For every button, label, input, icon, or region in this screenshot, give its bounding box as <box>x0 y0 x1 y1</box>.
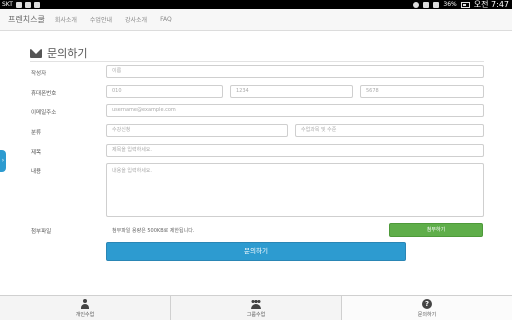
attachment-note: 첨부파일 용량은 500KB로 제한됩니다. <box>112 228 195 234</box>
page-title: 문의하기 <box>30 45 87 61</box>
battery-icon <box>460 1 470 8</box>
bottom-tab-bar: 개인수업 그룹수업 ? 문의하기 <box>0 295 512 320</box>
nav-item-faq[interactable]: FAQ <box>160 16 172 23</box>
envelope-icon <box>30 48 42 58</box>
tab-group-class[interactable]: 그룹수업 <box>171 296 342 320</box>
category-label: 분류 <box>31 130 42 136</box>
subject-input[interactable]: 제목을 입력하세요. <box>106 144 484 157</box>
content-label: 내용 <box>31 169 42 175</box>
category-select[interactable]: 수강신청 <box>106 124 288 137</box>
top-navbar: 프렌치스쿨 회사소개 수업안내 강사소개 FAQ <box>0 9 512 31</box>
tab-label: 개인수업 <box>75 311 95 318</box>
divider <box>30 61 484 62</box>
subject-label: 제목 <box>31 150 42 156</box>
chevron-right-icon: › <box>1 157 5 164</box>
nav-item-about[interactable]: 회사소개 <box>55 15 77 24</box>
tab-label: 문의하기 <box>417 311 437 318</box>
group-icon <box>251 299 261 309</box>
email-label: 이메일주소 <box>31 110 57 116</box>
author-input[interactable]: 이름 <box>106 65 484 78</box>
clock: 오전 7:47 <box>473 0 509 9</box>
tab-inquiry[interactable]: ? 문의하기 <box>342 296 512 320</box>
brand-logo[interactable]: 프렌치스쿨 <box>8 14 45 25</box>
help-icon: ? <box>422 298 432 309</box>
phone-input-3[interactable]: 5678 <box>360 85 484 98</box>
nav-item-classes[interactable]: 수업안내 <box>90 15 112 24</box>
nav-item-teachers[interactable]: 강사소개 <box>125 15 147 24</box>
tab-label: 그룹수업 <box>246 311 266 318</box>
phone-input-1[interactable]: 010 <box>106 85 223 98</box>
attach-button[interactable]: 첨부하기 <box>389 223 483 237</box>
email-input[interactable]: username@example.com <box>106 104 484 117</box>
page-title-text: 문의하기 <box>47 47 88 60</box>
tab-private-class[interactable]: 개인수업 <box>0 296 171 320</box>
submit-button[interactable]: 문의하기 <box>106 242 406 261</box>
level-select[interactable]: 수업과목 및 수준 <box>295 124 484 137</box>
notification-icon <box>24 1 31 8</box>
phone-input-2[interactable]: 1234 <box>230 85 353 98</box>
battery-percent: 36% <box>443 1 457 8</box>
signal-icon <box>433 1 440 8</box>
status-bar: SKT 36% 오전 7:47 <box>0 0 512 9</box>
attachment-label: 첨부파일 <box>31 229 52 235</box>
phone-label: 휴대폰번호 <box>31 91 57 97</box>
person-icon <box>80 298 90 309</box>
carrier-label: SKT <box>2 1 13 8</box>
content-textarea[interactable]: 내용을 입력하세요. <box>106 163 484 217</box>
wifi-icon <box>423 1 430 8</box>
settings-icon <box>413 1 420 8</box>
side-drawer-handle[interactable]: › <box>0 150 6 172</box>
author-label: 작성자 <box>31 71 47 77</box>
notification-icon <box>33 1 40 8</box>
notification-icon <box>15 1 22 8</box>
